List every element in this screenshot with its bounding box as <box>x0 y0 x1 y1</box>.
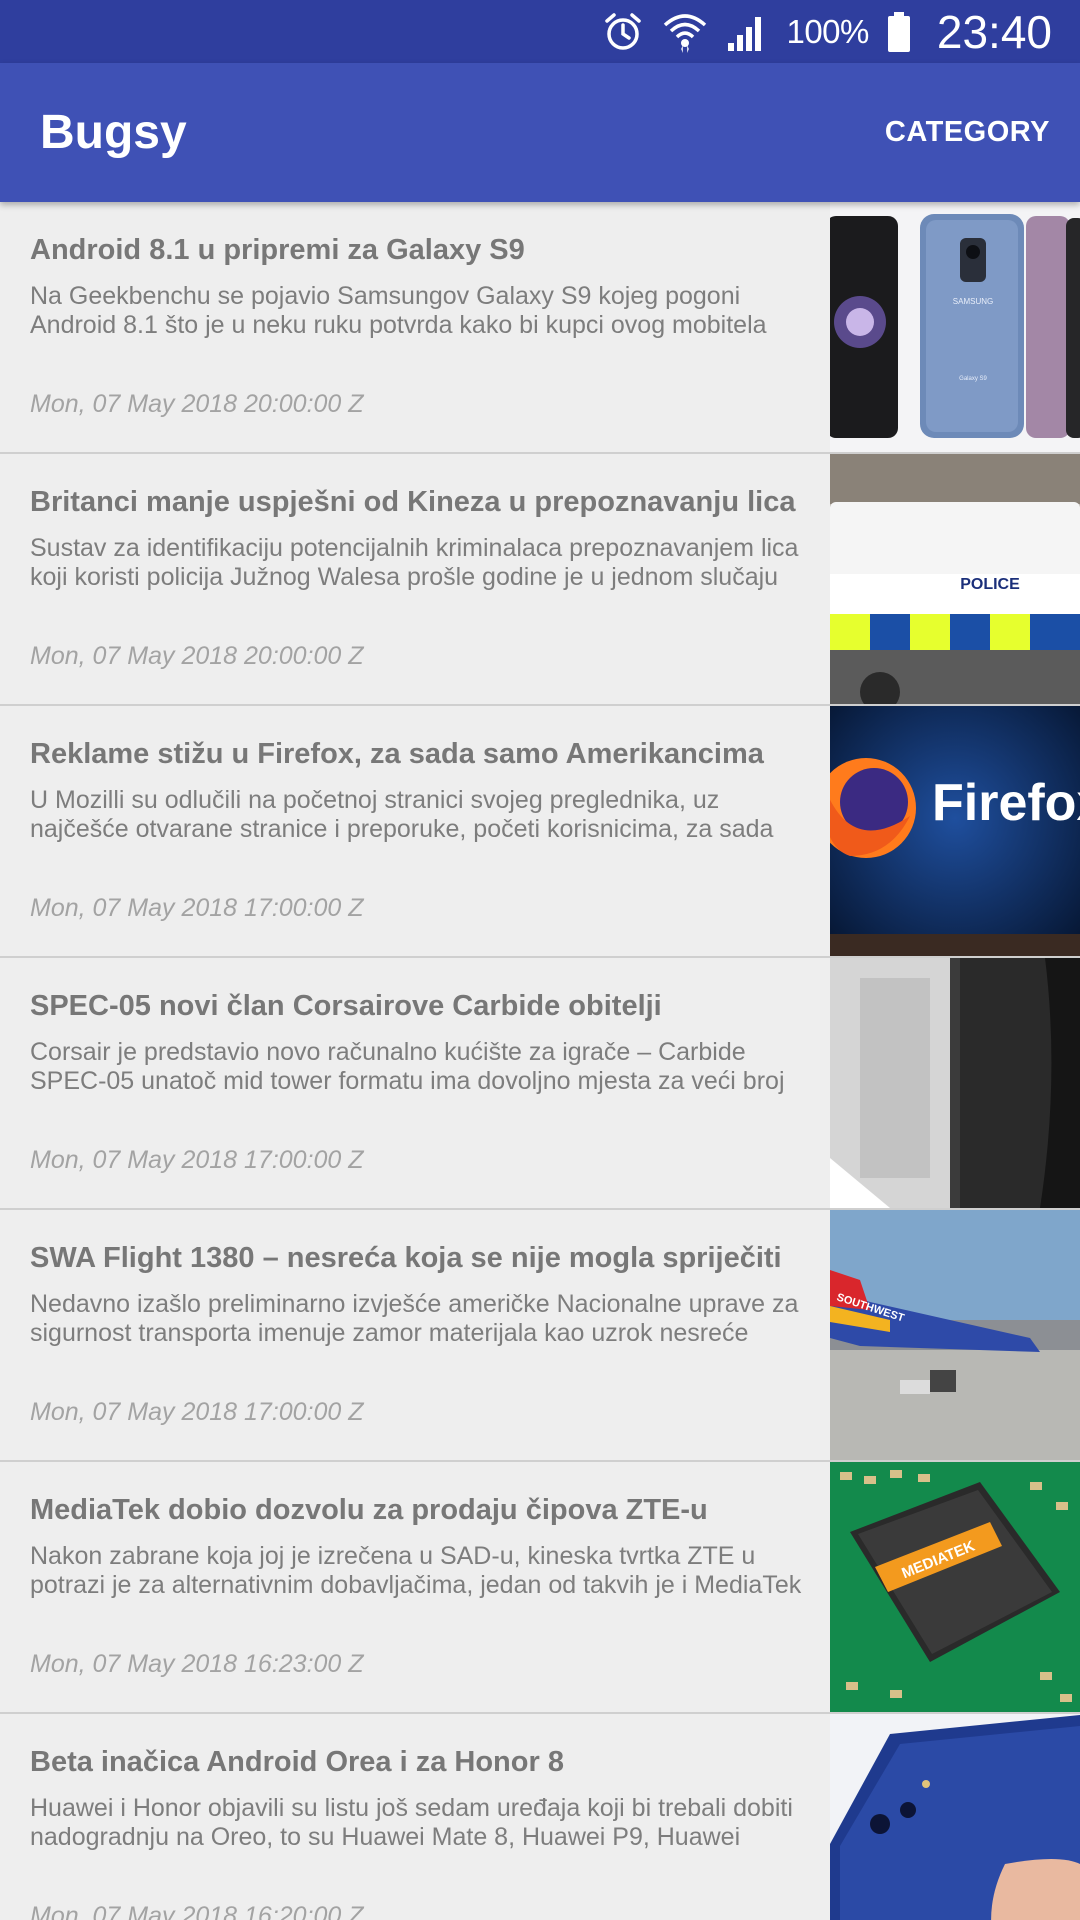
news-title: SPEC-05 novi član Corsairove Carbide obi… <box>30 990 662 1022</box>
news-title: Android 8.1 u pripremi za Galaxy S9 <box>30 234 525 266</box>
app-bar: Bugsy CATEGORY <box>0 63 1080 202</box>
thumbnail-police-label: POLICE <box>960 576 1020 593</box>
category-button[interactable]: CATEGORY <box>885 63 1050 202</box>
news-item[interactable]: SPEC-05 novi član Corsairove Carbide obi… <box>0 958 1080 1210</box>
news-date: Mon, 07 May 2018 16:23:00 Z <box>30 1650 364 1678</box>
svg-text:Galaxy S9: Galaxy S9 <box>959 376 987 382</box>
news-title: Reklame stižu u Firefox, za sada samo Am… <box>30 738 764 770</box>
news-item[interactable]: Reklame stižu u Firefox, za sada samo Am… <box>0 706 1080 958</box>
alarm-icon <box>602 11 644 53</box>
news-summary: Nakon zabrane koja joj je izrečena u SAD… <box>30 1542 802 1599</box>
news-text: SPEC-05 novi član Corsairove Carbide obi… <box>30 958 805 1208</box>
news-summary: Corsair je predstavio novo računalno kuć… <box>30 1038 785 1095</box>
news-date: Mon, 07 May 2018 20:00:00 Z <box>30 390 364 418</box>
news-summary: Na Geekbenchu se pojavio Samsungov Galax… <box>30 282 767 339</box>
news-date: Mon, 07 May 2018 17:00:00 Z <box>30 1398 364 1426</box>
news-text: Android 8.1 u pripremi za Galaxy S9 Na G… <box>30 202 805 452</box>
thumbnail-samsung-label: SAMSUNG <box>953 297 993 306</box>
news-list[interactable]: Android 8.1 u pripremi za Galaxy S9 Na G… <box>0 202 1080 1920</box>
battery-percentage: 100% <box>786 12 869 50</box>
news-text: Britanci manje uspješni od Kineza u prep… <box>30 454 805 704</box>
news-date: Mon, 07 May 2018 17:00:00 Z <box>30 894 364 922</box>
status-bar: 100% 23:40 <box>0 0 1080 63</box>
news-thumbnail-police-van: POLICE <box>830 454 1080 704</box>
news-item[interactable]: MediaTek dobio dozvolu za prodaju čipova… <box>0 1462 1080 1714</box>
news-item[interactable]: Android 8.1 u pripremi za Galaxy S9 Na G… <box>0 202 1080 454</box>
news-thumbnail-mediatek-chip: MEDIATEK <box>830 1462 1080 1712</box>
news-thumbnail-pc-case <box>830 958 1080 1208</box>
news-text: SWA Flight 1380 – nesreća koja se nije m… <box>30 1210 805 1460</box>
news-item[interactable]: Beta inačica Android Orea i za Honor 8 H… <box>0 1714 1080 1920</box>
app-title: Bugsy <box>40 106 187 159</box>
news-title: SWA Flight 1380 – nesreća koja se nije m… <box>30 1242 782 1274</box>
news-summary: Nedavno izašlo preliminarno izvješće ame… <box>30 1290 799 1347</box>
news-thumbnail-firefox: Firefox <box>830 706 1080 956</box>
news-title: Britanci manje uspješni od Kineza u prep… <box>30 486 796 518</box>
news-summary: U Mozilli su odlučili na početnoj strani… <box>30 786 774 843</box>
news-date: Mon, 07 May 2018 20:00:00 Z <box>30 642 364 670</box>
thumbnail-firefox-label: Firefox <box>932 774 1080 832</box>
news-thumbnail-galaxy-s9: SAMSUNG Galaxy S9 <box>830 202 1080 452</box>
news-text: MediaTek dobio dozvolu za prodaju čipova… <box>30 1462 805 1712</box>
battery-icon <box>887 11 911 53</box>
news-title: Beta inačica Android Orea i za Honor 8 <box>30 1746 564 1778</box>
news-date: Mon, 07 May 2018 16:20:00 Z <box>30 1902 364 1920</box>
news-thumbnail-southwest-plane: SOUTHWEST <box>830 1210 1080 1460</box>
signal-icon <box>726 11 768 53</box>
news-item[interactable]: Britanci manje uspješni od Kineza u prep… <box>0 454 1080 706</box>
wifi-icon <box>662 11 708 53</box>
news-summary: Huawei i Honor objavili su listu još sed… <box>30 1794 793 1851</box>
status-time: 23:40 <box>936 5 1052 58</box>
news-item[interactable]: SWA Flight 1380 – nesreća koja se nije m… <box>0 1210 1080 1462</box>
status-icons: 100% 23:40 <box>602 0 1052 63</box>
news-text: Reklame stižu u Firefox, za sada samo Am… <box>30 706 805 956</box>
news-summary: Sustav za identifikaciju potencijalnih k… <box>30 534 799 591</box>
news-date: Mon, 07 May 2018 17:00:00 Z <box>30 1146 364 1174</box>
news-text: Beta inačica Android Orea i za Honor 8 H… <box>30 1714 805 1920</box>
news-title: MediaTek dobio dozvolu za prodaju čipova… <box>30 1494 708 1526</box>
news-thumbnail-honor-8 <box>830 1714 1080 1920</box>
